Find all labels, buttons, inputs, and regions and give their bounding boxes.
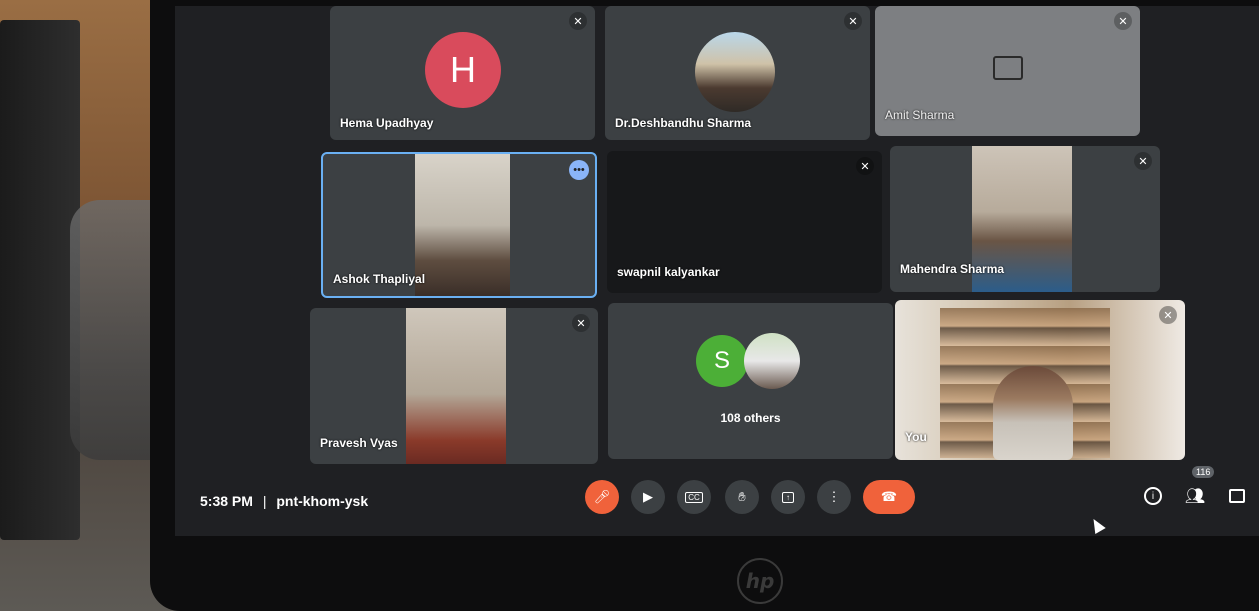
participant-name: Dr.Deshbandhu Sharma <box>615 116 752 130</box>
participant-count-badge: 116 <box>1192 466 1215 478</box>
speaker <box>0 20 80 540</box>
participant-tile[interactable]: ✕ Pravesh Vyas <box>310 308 598 464</box>
avatar: H <box>425 32 501 108</box>
separator: | <box>262 493 267 509</box>
participant-tile-self[interactable]: ✕ You <box>895 300 1185 460</box>
participant-name-self: You <box>905 430 927 444</box>
camera-icon: ▶ <box>643 489 653 504</box>
participant-name: Ashok Thapliyal <box>333 272 426 286</box>
mic-off-icon: ✕ <box>1159 306 1177 324</box>
leave-call-button[interactable]: ☎︎ <box>863 480 915 514</box>
participant-tile-active[interactable]: ••• Ashok Thapliyal <box>321 152 597 298</box>
mic-off-icon: ✕ <box>856 157 874 175</box>
participant-name: Mahendra Sharma <box>900 262 1005 276</box>
mic-off-icon: ✕ <box>1134 152 1152 170</box>
participant-tile[interactable]: ✕ Amit Sharma <box>875 6 1140 136</box>
mic-toggle-button[interactable]: 🎤︎ <box>585 480 619 514</box>
mic-off-icon: ✕ <box>572 314 590 332</box>
participant-tile-others[interactable]: S 108 others <box>608 303 893 459</box>
mic-off-icon: ✕ <box>844 12 862 30</box>
more-options-icon: ⋮ <box>827 489 841 504</box>
present-button[interactable]: ↑ <box>771 480 805 514</box>
more-options-button[interactable]: ⋮ <box>817 480 851 514</box>
participant-name: Pravesh Vyas <box>320 436 398 450</box>
present-icon: ↑ <box>782 491 794 503</box>
mouse-cursor <box>1088 515 1106 535</box>
participant-tile[interactable]: ✕ Dr.Deshbandhu Sharma <box>605 6 870 140</box>
video-feed <box>406 308 506 464</box>
raise-hand-button[interactable]: ✋︎ <box>725 480 759 514</box>
raise-hand-icon: ✋︎ <box>738 489 746 504</box>
participant-name: Amit Sharma <box>885 108 955 122</box>
captions-button[interactable]: CC <box>677 480 711 514</box>
people-icon: 👥︎ <box>1184 488 1206 505</box>
info-icon: i <box>1144 487 1162 505</box>
participant-name: swapnil kalyankar <box>617 265 720 279</box>
chat-icon <box>1229 489 1245 503</box>
meeting-details-button[interactable]: i <box>1141 484 1165 508</box>
video-feed <box>415 154 510 296</box>
hp-logo: hp <box>737 558 783 604</box>
leave-call-icon: ☎︎ <box>880 489 898 504</box>
mic-off-icon: ✕ <box>1114 12 1132 30</box>
mic-off-icon: ✕ <box>569 12 587 30</box>
people-button[interactable]: 👥︎ <box>1183 484 1207 508</box>
meet-screen: ✕ H Hema Upadhyay ✕ Dr.Deshbandhu Sharma… <box>175 6 1259 536</box>
mic-off-icon: 🎤︎ <box>593 489 611 504</box>
chat-button[interactable] <box>1225 484 1249 508</box>
meeting-code: pnt-khom-ysk <box>276 493 369 509</box>
others-count-label: 108 others <box>720 411 781 425</box>
clock-time: 5:38 PM <box>200 493 253 509</box>
participant-name: Hema Upadhyay <box>340 116 434 130</box>
meeting-info: 5:38 PM | pnt-khom-ysk <box>200 493 368 509</box>
more-options-icon[interactable]: ••• <box>569 160 589 180</box>
avatar <box>695 32 775 112</box>
video-feed-self <box>993 366 1073 460</box>
participant-tile[interactable]: ✕ H Hema Upadhyay <box>330 6 595 140</box>
captions-icon: CC <box>685 491 703 503</box>
camera-off-icon <box>993 56 1023 80</box>
avatar: S <box>696 335 748 387</box>
avatar <box>744 333 800 389</box>
participant-tile[interactable]: ✕ swapnil kalyankar <box>607 151 882 293</box>
camera-toggle-button[interactable]: ▶ <box>631 480 665 514</box>
participant-tile[interactable]: ✕ Mahendra Sharma <box>890 146 1160 292</box>
